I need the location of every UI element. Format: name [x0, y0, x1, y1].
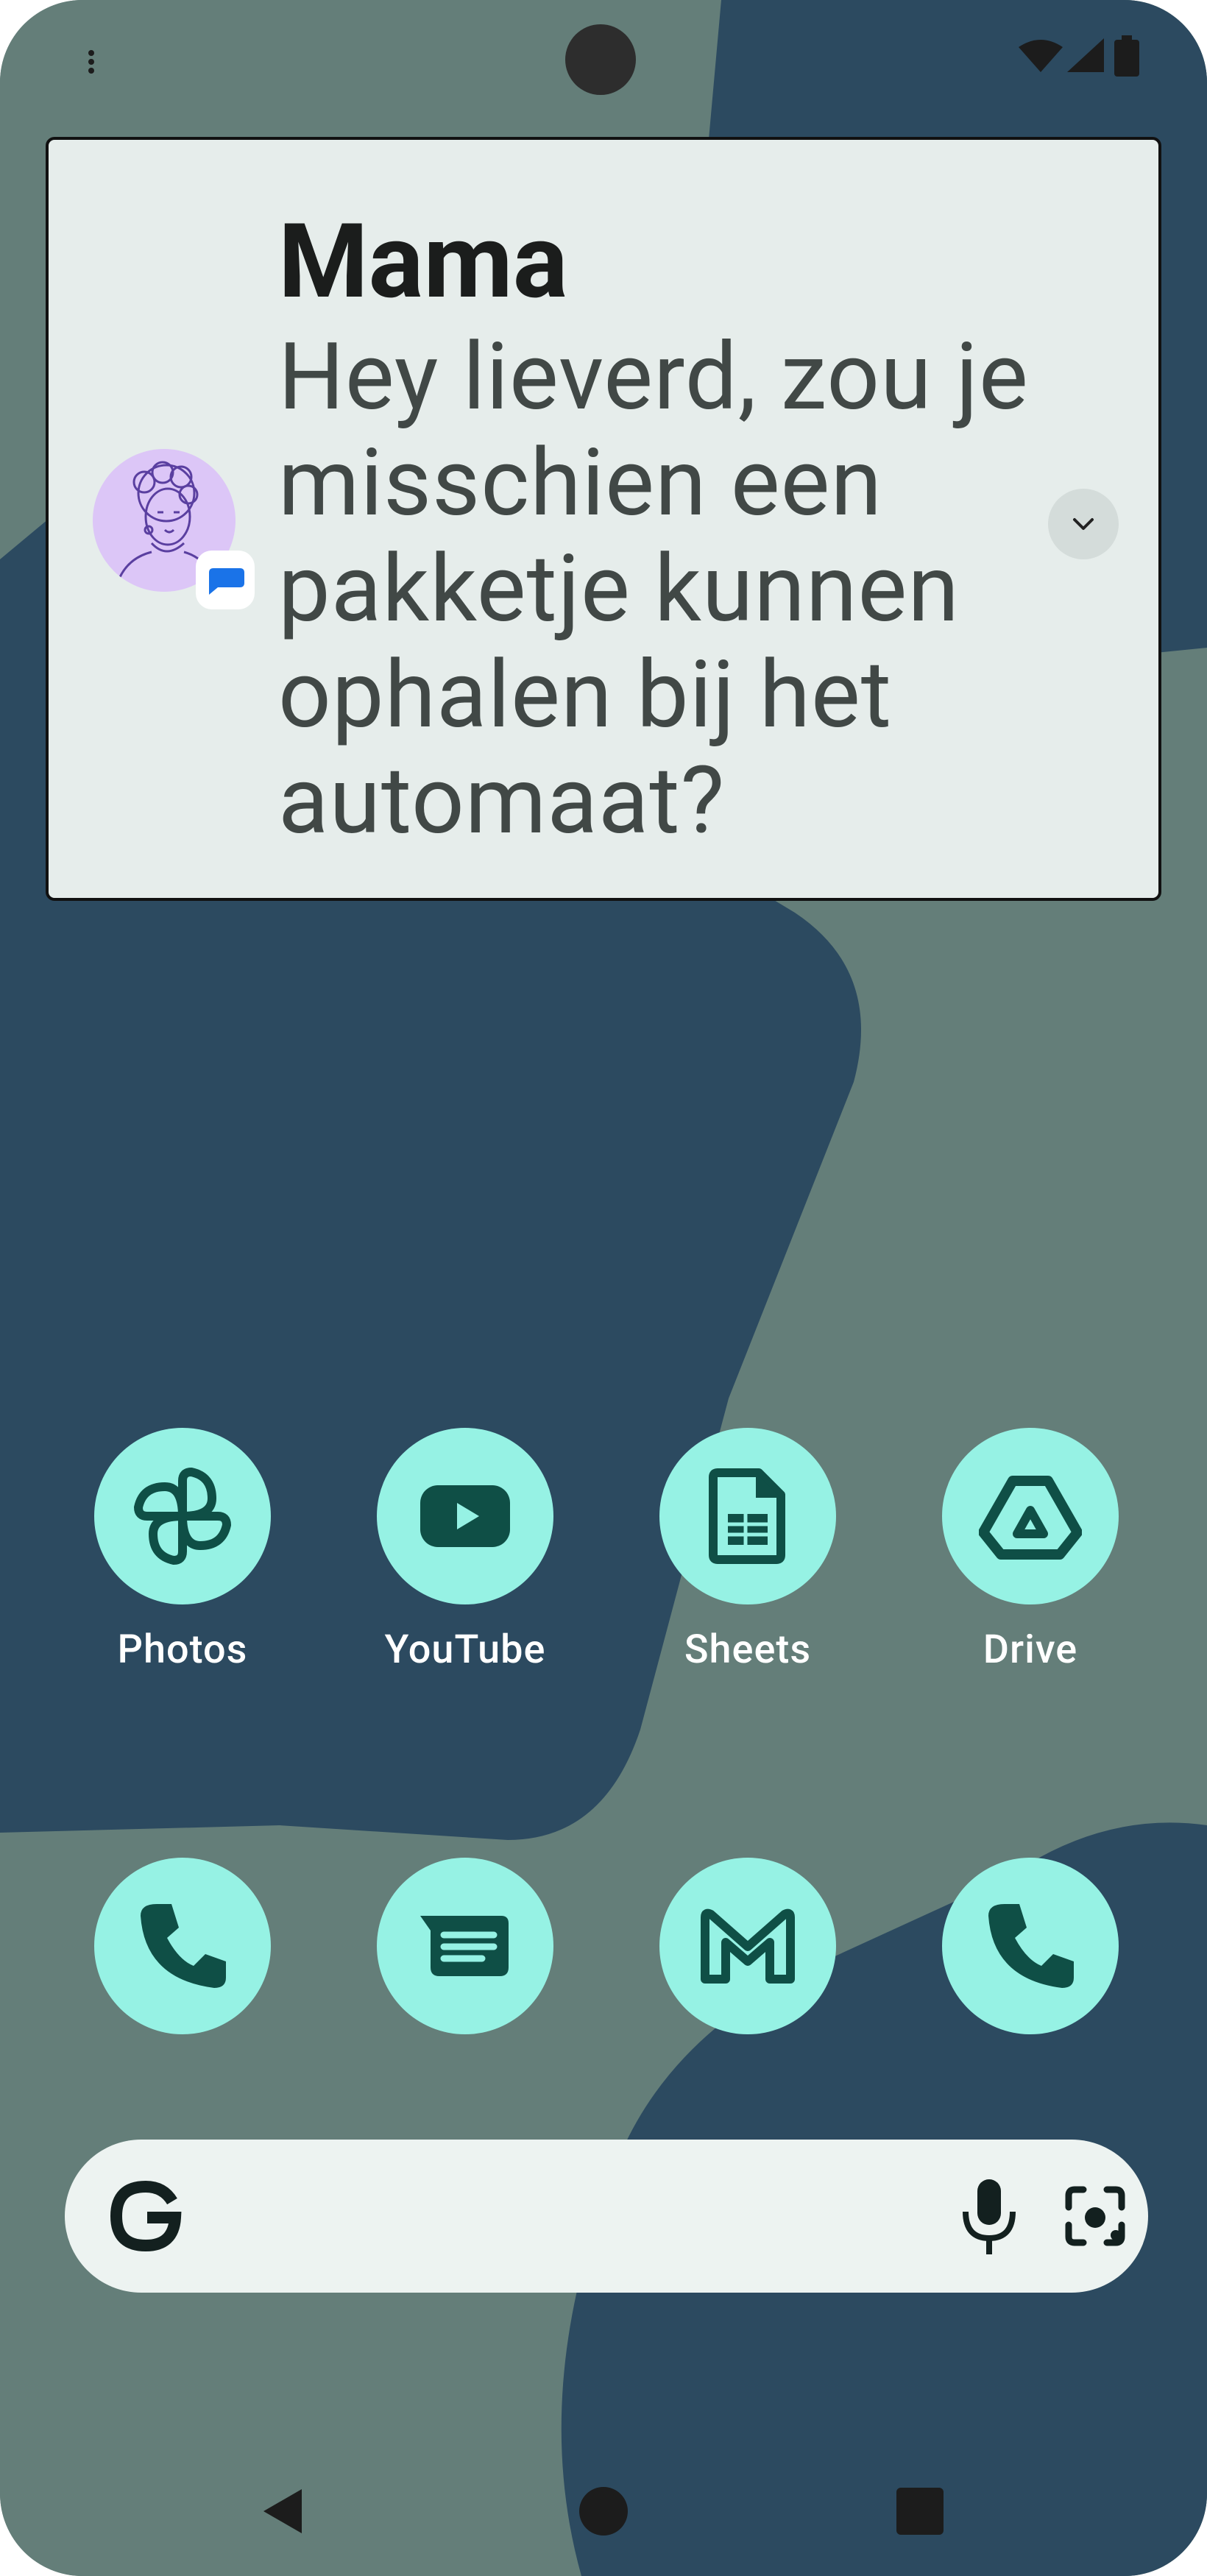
app-youtube[interactable]: YouTube [377, 1428, 553, 1673]
gmail-icon [659, 1858, 836, 2034]
google-g-icon [110, 2180, 182, 2252]
pinwheel-icon [94, 1428, 271, 1604]
notification-text: Hey lieverd, zou je misschien een pakket… [278, 322, 1029, 855]
status-icons [1019, 35, 1139, 77]
home-screen: Mama Hey lieverd, zou je misschien een p… [0, 0, 1207, 2576]
signal-icon [1067, 38, 1104, 72]
messages-icon [377, 1858, 553, 2034]
messages-icon [196, 551, 255, 609]
app-sheets[interactable]: Sheets [659, 1428, 836, 1673]
notification-title: Mama [278, 202, 568, 322]
app-label: Sheets [684, 1627, 812, 1673]
chevron-down-icon[interactable] [1048, 489, 1119, 559]
phone-icon [942, 1858, 1119, 2034]
app-label: YouTube [384, 1627, 546, 1673]
recents-icon[interactable] [891, 2482, 949, 2541]
app-photos[interactable]: Photos [94, 1428, 271, 1673]
drive-triangle-icon [942, 1428, 1119, 1604]
front-camera [565, 24, 636, 95]
dock-phone-2[interactable] [942, 1858, 1119, 2034]
app-drive[interactable]: Drive [942, 1428, 1119, 1673]
play-button-icon [377, 1428, 553, 1604]
home-icon[interactable] [574, 2482, 633, 2541]
lens-camera-icon[interactable] [1058, 2179, 1132, 2253]
phone-icon [94, 1858, 271, 2034]
dock-phone[interactable] [94, 1858, 271, 2034]
dock-gmail[interactable] [659, 1858, 836, 2034]
app-label: Drive [983, 1627, 1078, 1673]
notification-card[interactable]: Mama Hey lieverd, zou je misschien een p… [46, 137, 1161, 901]
overflow-dots-icon [88, 49, 96, 74]
dock-messages[interactable] [377, 1858, 553, 2034]
app-label: Photos [117, 1627, 248, 1673]
battery-icon [1114, 35, 1139, 77]
google-search-bar[interactable] [65, 2140, 1148, 2293]
wifi-icon [1019, 40, 1063, 72]
back-icon[interactable] [253, 2482, 312, 2541]
spreadsheet-icon [659, 1428, 836, 1604]
microphone-icon[interactable] [955, 2176, 1023, 2257]
